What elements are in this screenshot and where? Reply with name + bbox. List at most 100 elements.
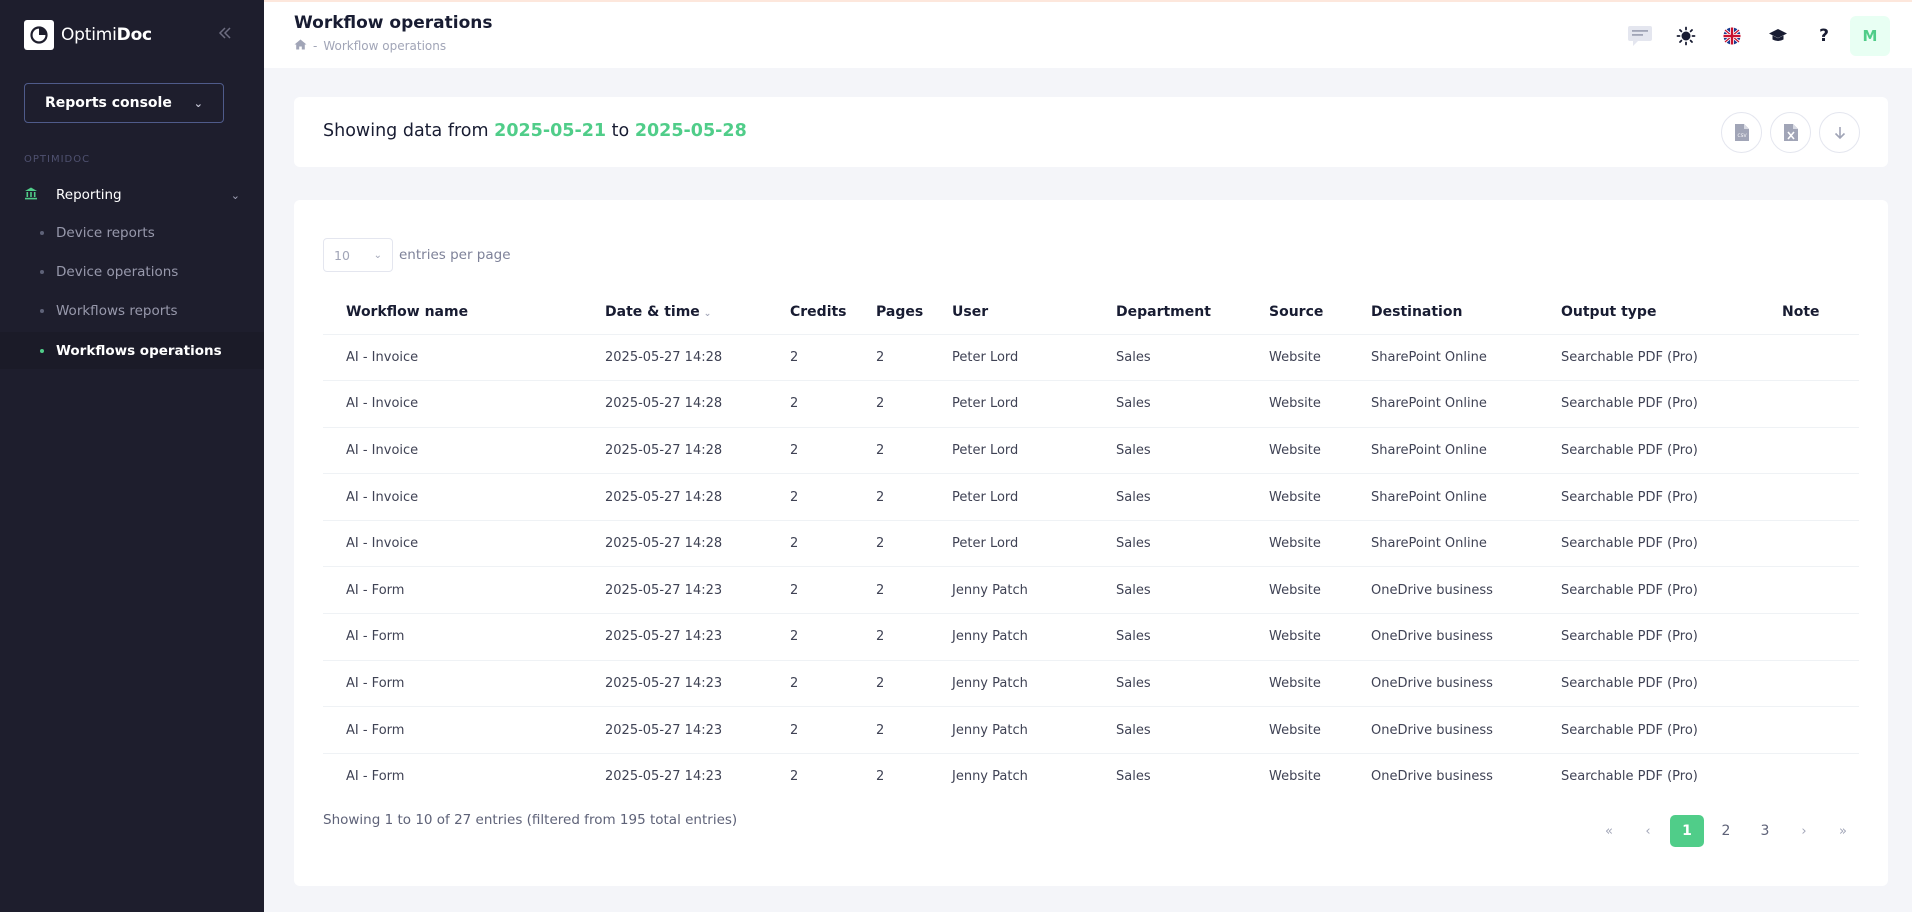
table-card: 10 ⌄ entries per page Workflow name Date… bbox=[294, 200, 1888, 886]
table-cell: Sales bbox=[1093, 520, 1246, 568]
column-header-user[interactable]: User bbox=[929, 290, 1093, 335]
sidebar-item-label: Workflows operations bbox=[56, 342, 222, 359]
date-range-card: Showing data from 2025-05-21 to 2025-05-… bbox=[294, 97, 1888, 167]
brand-name-light: Optimi bbox=[61, 25, 117, 45]
last-page-icon[interactable]: » bbox=[1826, 815, 1860, 847]
sidebar-item-workflows-operations[interactable]: Workflows operations bbox=[0, 332, 264, 369]
next-page-icon[interactable]: › bbox=[1787, 815, 1821, 847]
table-cell: 2025-05-27 14:23 bbox=[582, 660, 767, 708]
table-cell: 2025-05-27 14:23 bbox=[582, 706, 767, 754]
column-header-date-time[interactable]: Date & time ⌄ bbox=[582, 290, 767, 335]
console-select[interactable]: Reports console ⌄ bbox=[24, 83, 224, 123]
table-cell: Website bbox=[1269, 769, 1321, 785]
table-row: AI - Invoice 2025-05-27 14:28 2 2 Peter Lord… bbox=[323, 473, 1859, 521]
table-cell: Peter Lord bbox=[929, 473, 1093, 521]
date-range-prefix: Showing data from bbox=[323, 121, 489, 141]
column-header-department[interactable]: Department bbox=[1093, 290, 1246, 335]
column-header-workflow-name[interactable]: Workflow name bbox=[323, 290, 582, 335]
table-cell: Searchable PDF (Pro) bbox=[1538, 520, 1759, 568]
column-header-note[interactable]: Note bbox=[1759, 290, 1859, 335]
table-cell: 2 bbox=[853, 427, 929, 475]
table-cell: Website bbox=[1246, 334, 1348, 382]
graduation-cap-icon[interactable] bbox=[1758, 16, 1798, 56]
table-row: AI - Form 2025-05-27 14:23 2 2 Jenny Patch Sa… bbox=[323, 566, 1859, 615]
per-page-value: 10 bbox=[334, 247, 350, 263]
first-page-icon[interactable]: « bbox=[1592, 815, 1626, 847]
home-icon[interactable] bbox=[294, 39, 307, 53]
export-csv-button[interactable]: CSV bbox=[1721, 112, 1762, 153]
sun-icon[interactable] bbox=[1666, 16, 1706, 56]
page-button-3[interactable]: 3 bbox=[1748, 815, 1782, 847]
table-cell: Sales bbox=[1093, 427, 1246, 475]
sidebar-item-reporting[interactable]: Reporting ⌄ bbox=[0, 178, 264, 212]
table-cell: Sales bbox=[1093, 566, 1246, 615]
bullet-icon bbox=[40, 348, 44, 353]
table-cell bbox=[1759, 334, 1859, 382]
collapse-sidebar-icon[interactable] bbox=[218, 24, 232, 45]
table-cell: 2025-05-27 14:28 bbox=[582, 334, 767, 382]
uk-flag-icon[interactable] bbox=[1712, 16, 1752, 56]
table-cell: 2 bbox=[767, 566, 853, 615]
table-row: AI - Form 2025-05-27 14:23 2 2 Jenny Patch Sa… bbox=[323, 613, 1859, 661]
bullet-icon bbox=[40, 231, 44, 235]
date-to[interactable]: 2025-05-28 bbox=[635, 121, 747, 141]
bank-icon bbox=[24, 186, 56, 204]
export-excel-button[interactable] bbox=[1770, 112, 1811, 153]
workflow-operations-table: Workflow name Date & time ⌄ Credits Pages… bbox=[323, 290, 1859, 800]
table-cell: 2025-05-27 14:23 bbox=[582, 613, 767, 661]
table-cell bbox=[1759, 427, 1859, 475]
column-header-pages[interactable]: Pages bbox=[853, 290, 929, 335]
sidebar-section-label: OPTIMIDOC bbox=[24, 154, 91, 165]
table-cell bbox=[1759, 706, 1859, 754]
table-cell: AI - Invoice bbox=[323, 334, 582, 382]
table-cell bbox=[1759, 520, 1859, 568]
table-cell bbox=[1759, 473, 1859, 521]
date-from[interactable]: 2025-05-21 bbox=[494, 121, 606, 141]
table-cell: 2 bbox=[853, 613, 929, 661]
page-button-2[interactable]: 2 bbox=[1709, 815, 1743, 847]
table-cell: Searchable PDF (Pro) bbox=[1538, 660, 1759, 708]
sidebar-item-label: Reporting bbox=[56, 187, 122, 203]
table-cell: 2025-05-27 14:28 bbox=[582, 380, 767, 428]
table-cell: Searchable PDF (Pro) bbox=[1538, 566, 1759, 615]
table-cell: Searchable PDF (Pro) bbox=[1538, 706, 1759, 754]
chat-icon[interactable] bbox=[1620, 16, 1660, 56]
table-cell: 2 bbox=[853, 660, 929, 708]
export-buttons: CSV bbox=[1721, 112, 1860, 153]
column-header-output-type[interactable]: Output type bbox=[1538, 290, 1759, 335]
table-cell: OneDrive business bbox=[1371, 769, 1493, 785]
avatar[interactable]: M bbox=[1850, 16, 1890, 56]
table-cell: Sales bbox=[1093, 706, 1246, 754]
sidebar-item-workflows-reports[interactable]: Workflows reports bbox=[0, 294, 264, 328]
help-icon[interactable]: ? bbox=[1804, 16, 1844, 56]
sidebar-item-device-reports[interactable]: Device reports bbox=[0, 216, 264, 250]
table-cell: 2025-05-27 14:28 bbox=[582, 520, 767, 568]
page-button-1[interactable]: 1 bbox=[1670, 815, 1704, 847]
table-cell: OneDrive business bbox=[1348, 613, 1538, 661]
table-cell: 2 bbox=[853, 706, 929, 754]
per-page-select[interactable]: 10 ⌄ bbox=[323, 238, 393, 272]
brand-logo[interactable]: OptimiDoc bbox=[24, 20, 152, 50]
chevron-down-icon: ⌄ bbox=[193, 96, 203, 110]
table-cell: Website bbox=[1246, 706, 1348, 754]
table-cell: 2025-05-27 14:28 bbox=[582, 473, 767, 521]
table-row: AI - Form 2025-05-27 14:23 2 2 Jenny Patch Sa… bbox=[323, 660, 1859, 708]
column-header-credits[interactable]: Credits bbox=[767, 290, 853, 335]
table-cell: OneDrive business bbox=[1348, 566, 1538, 615]
table-cell: 2 bbox=[790, 769, 799, 785]
table-cell: Jenny Patch bbox=[952, 769, 1028, 785]
prev-page-icon[interactable]: ‹ bbox=[1631, 815, 1665, 847]
topbar: Workflow operations - Workflow operation… bbox=[264, 0, 1912, 68]
logo-mark-icon bbox=[24, 20, 54, 50]
table-cell: Searchable PDF (Pro) bbox=[1538, 473, 1759, 521]
console-select-label: Reports console bbox=[45, 95, 172, 111]
table-cell: Website bbox=[1246, 613, 1348, 661]
bullet-icon bbox=[40, 270, 44, 274]
table-cell: 2 bbox=[853, 334, 929, 382]
column-header-destination[interactable]: Destination bbox=[1348, 290, 1538, 335]
download-button[interactable] bbox=[1819, 112, 1860, 153]
bullet-icon bbox=[40, 309, 44, 313]
sidebar-item-device-operations[interactable]: Device operations bbox=[0, 255, 264, 289]
entries-per-page: 10 ⌄ entries per page bbox=[323, 238, 511, 272]
column-header-source[interactable]: Source bbox=[1246, 290, 1348, 335]
